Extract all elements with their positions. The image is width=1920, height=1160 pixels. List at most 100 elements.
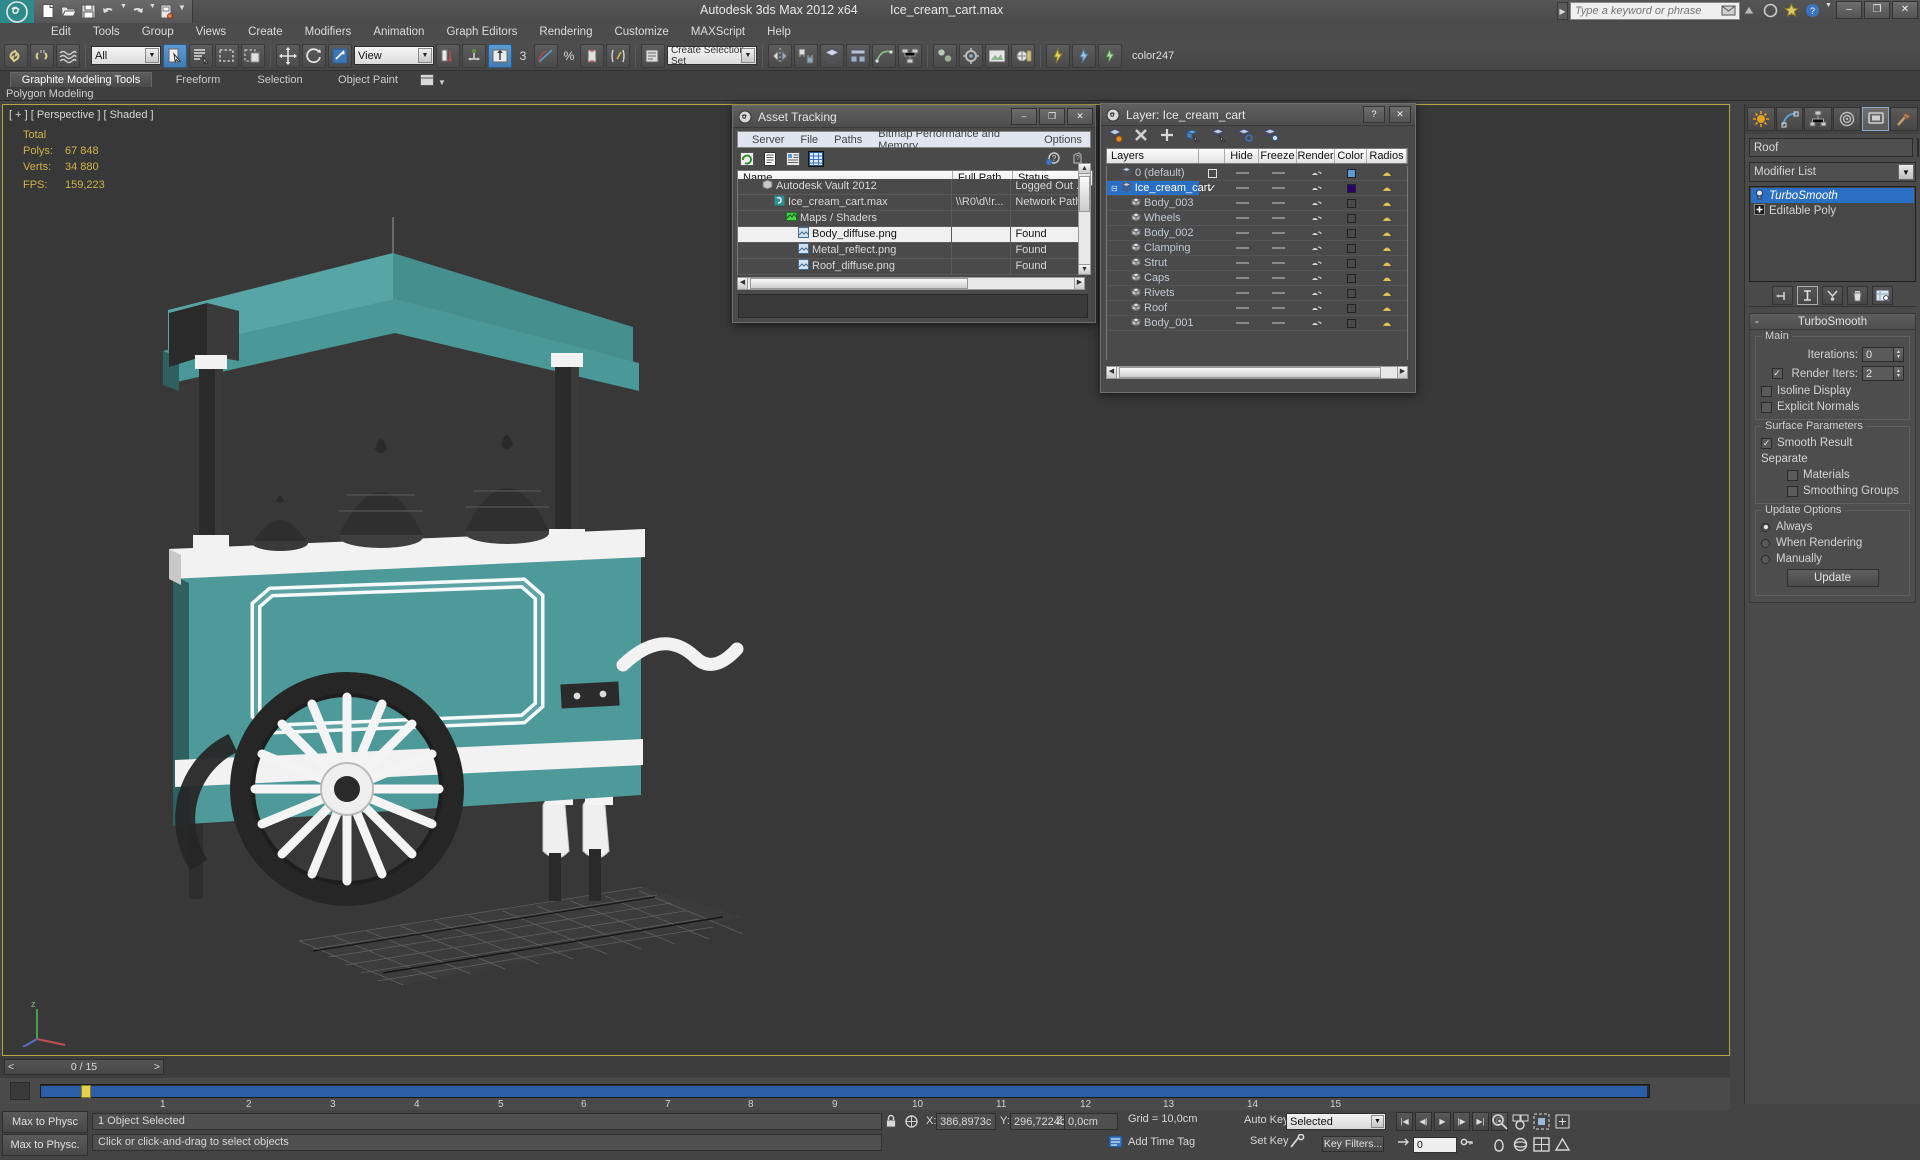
hide-toggle[interactable] [1225,262,1259,264]
snap-icon[interactable] [904,1114,919,1134]
motion-tab[interactable] [1833,107,1861,131]
key-mode-icon[interactable] [1288,1133,1306,1155]
list-item[interactable]: Body_001 [1107,316,1407,331]
search-dropdown-icon[interactable]: ▶ [1557,2,1568,20]
rendered-frame-window-icon[interactable] [985,43,1009,68]
time-tag-icon[interactable] [1108,1134,1123,1154]
render-toggle[interactable] [1297,319,1335,328]
window-crossing-icon[interactable] [241,43,265,68]
render-toggle[interactable] [1297,259,1335,268]
color-swatch[interactable] [1335,168,1367,178]
radiosity-toggle[interactable] [1367,319,1407,328]
timeline-ruler[interactable]: 1 2 3 4 5 6 7 8 9 10 11 12 13 14 15 [0,1078,1730,1110]
freeze-toggle[interactable] [1259,217,1297,219]
scroll-thumb[interactable] [1079,176,1090,212]
chevron-down-icon[interactable]: ▼ [1371,1115,1384,1128]
layer-grid-body[interactable]: 0 (default) ⊟ Ice_cream_cart ✓ Body_003 … [1106,166,1408,360]
max-to-physx-button-1[interactable]: Max to Physc [2,1111,88,1133]
radiosity-toggle[interactable] [1367,304,1407,313]
open-icon[interactable] [60,3,77,20]
go-to-start-button[interactable]: |◀ [1396,1112,1413,1131]
freeze-toggle[interactable] [1259,322,1297,324]
scroll-left-icon[interactable]: ◀ [1107,367,1117,378]
rollout-collapse-glyph[interactable]: - [1755,316,1759,328]
menu-item-customize[interactable]: Customize [603,26,679,38]
spinner-arrows-icon[interactable]: ▲ ▼ [1894,366,1904,381]
current-layer-toggle[interactable] [1199,168,1225,178]
render-setup-icon[interactable] [959,43,983,68]
play-animation-button[interactable]: ▶ [1434,1112,1451,1131]
color-swatch[interactable] [1335,303,1367,313]
list-item[interactable]: Rivets [1107,286,1407,301]
hierarchy-tab[interactable] [1804,107,1833,131]
color-swatch[interactable] [1335,183,1367,193]
zoom-icon[interactable] [1490,1112,1509,1136]
max-to-physx-button-2[interactable]: Max to Physc. [2,1134,88,1156]
at-maximize-button[interactable]: ❐ [1039,108,1065,125]
radiosity-toggle[interactable] [1367,259,1407,268]
reference-coordinate-system-combo[interactable]: View ▼ [354,46,434,65]
h-scroll-thumb[interactable] [1119,367,1381,378]
orbit-icon[interactable] [1511,1135,1530,1159]
communication-center-icon[interactable] [1720,2,1737,19]
menu-item-maxscript[interactable]: MAXScript [680,26,756,38]
exposure-control-icon[interactable] [1072,43,1096,68]
freeze-toggle[interactable] [1259,187,1297,189]
radiosity-toggle[interactable] [1367,214,1407,223]
help-dropdown-icon[interactable]: ▼ [1825,2,1832,19]
list-item[interactable]: Wheels [1107,211,1407,226]
add-time-tag-label[interactable]: Add Time Tag [1128,1136,1195,1148]
color-swatch[interactable] [1335,228,1367,238]
manually-radio[interactable] [1761,554,1770,564]
smooth-result-row[interactable]: ✓ Smooth Result [1761,437,1904,449]
layer-dialog-titlebar[interactable]: Layer: Ice_cream_cart ? ✕ [1101,104,1415,126]
lock-icon[interactable] [884,1114,898,1134]
favorites-icon[interactable] [1783,2,1800,19]
freeze-toggle[interactable] [1259,262,1297,264]
layer-close-button[interactable]: ✕ [1389,106,1411,123]
unlink-selection-icon[interactable] [30,43,54,68]
scroll-down-icon[interactable]: ▼ [1079,264,1090,274]
menu-item-modifiers[interactable]: Modifiers [294,26,363,38]
delete-layer-icon[interactable] [1133,127,1149,148]
list-item[interactable]: ⊟ Ice_cream_cart ✓ [1107,181,1407,196]
smooth-result-checkbox[interactable]: ✓ [1761,437,1772,449]
highlight-selected-objects-icon[interactable] [1236,127,1253,148]
current-frame-input[interactable] [1413,1136,1457,1153]
chevron-down-icon[interactable]: ▼ [418,48,432,63]
snaps-toggle-icon[interactable] [488,43,512,68]
select-objects-in-layer-icon[interactable] [1185,127,1201,148]
radiosity-toggle[interactable] [1367,274,1407,283]
select-by-name-icon[interactable] [189,43,213,68]
list-item[interactable]: Body_002 [1107,226,1407,241]
list-item[interactable]: Clamping [1107,241,1407,256]
zoom-all-icon[interactable] [1511,1112,1530,1136]
save-icon[interactable] [80,3,97,20]
list-item[interactable]: Roof [1107,301,1407,316]
layer-manager-icon[interactable] [820,43,844,68]
align-icon[interactable] [794,43,818,68]
coord-z-field[interactable]: 0,0cm [1064,1113,1118,1130]
update-button[interactable]: Update [1786,569,1879,587]
asset-horizontal-scrollbar[interactable]: ◀ ▶ [737,277,1085,290]
render-production-icon[interactable] [1011,43,1035,68]
column-layers[interactable]: Layers [1107,149,1199,163]
make-unique-icon[interactable] [1822,286,1843,305]
refresh-icon[interactable] [739,151,755,167]
smoothing-groups-checkbox[interactable] [1787,485,1798,497]
utilities-tab[interactable] [1890,107,1919,131]
table-row[interactable]: Body_diffuse.png Found [738,227,1079,243]
menu-item-group[interactable]: Group [131,26,185,38]
render-iters-checkbox[interactable]: ✓ [1771,368,1783,379]
hide-toggle[interactable] [1225,307,1259,309]
column-render[interactable]: Render [1297,149,1335,163]
display-tab[interactable] [1861,107,1890,131]
materials-row[interactable]: Materials [1761,469,1904,481]
go-to-end-button[interactable]: ▶| [1472,1112,1489,1131]
new-icon[interactable] [40,3,57,20]
menu-item-graph-editors[interactable]: Graph Editors [435,26,528,38]
frame-nav-icon[interactable] [1396,1135,1410,1154]
percent-snap-toggle-icon[interactable] [580,43,604,68]
list-item[interactable]: Body_003 [1107,196,1407,211]
menu-item-tools[interactable]: Tools [82,26,131,38]
